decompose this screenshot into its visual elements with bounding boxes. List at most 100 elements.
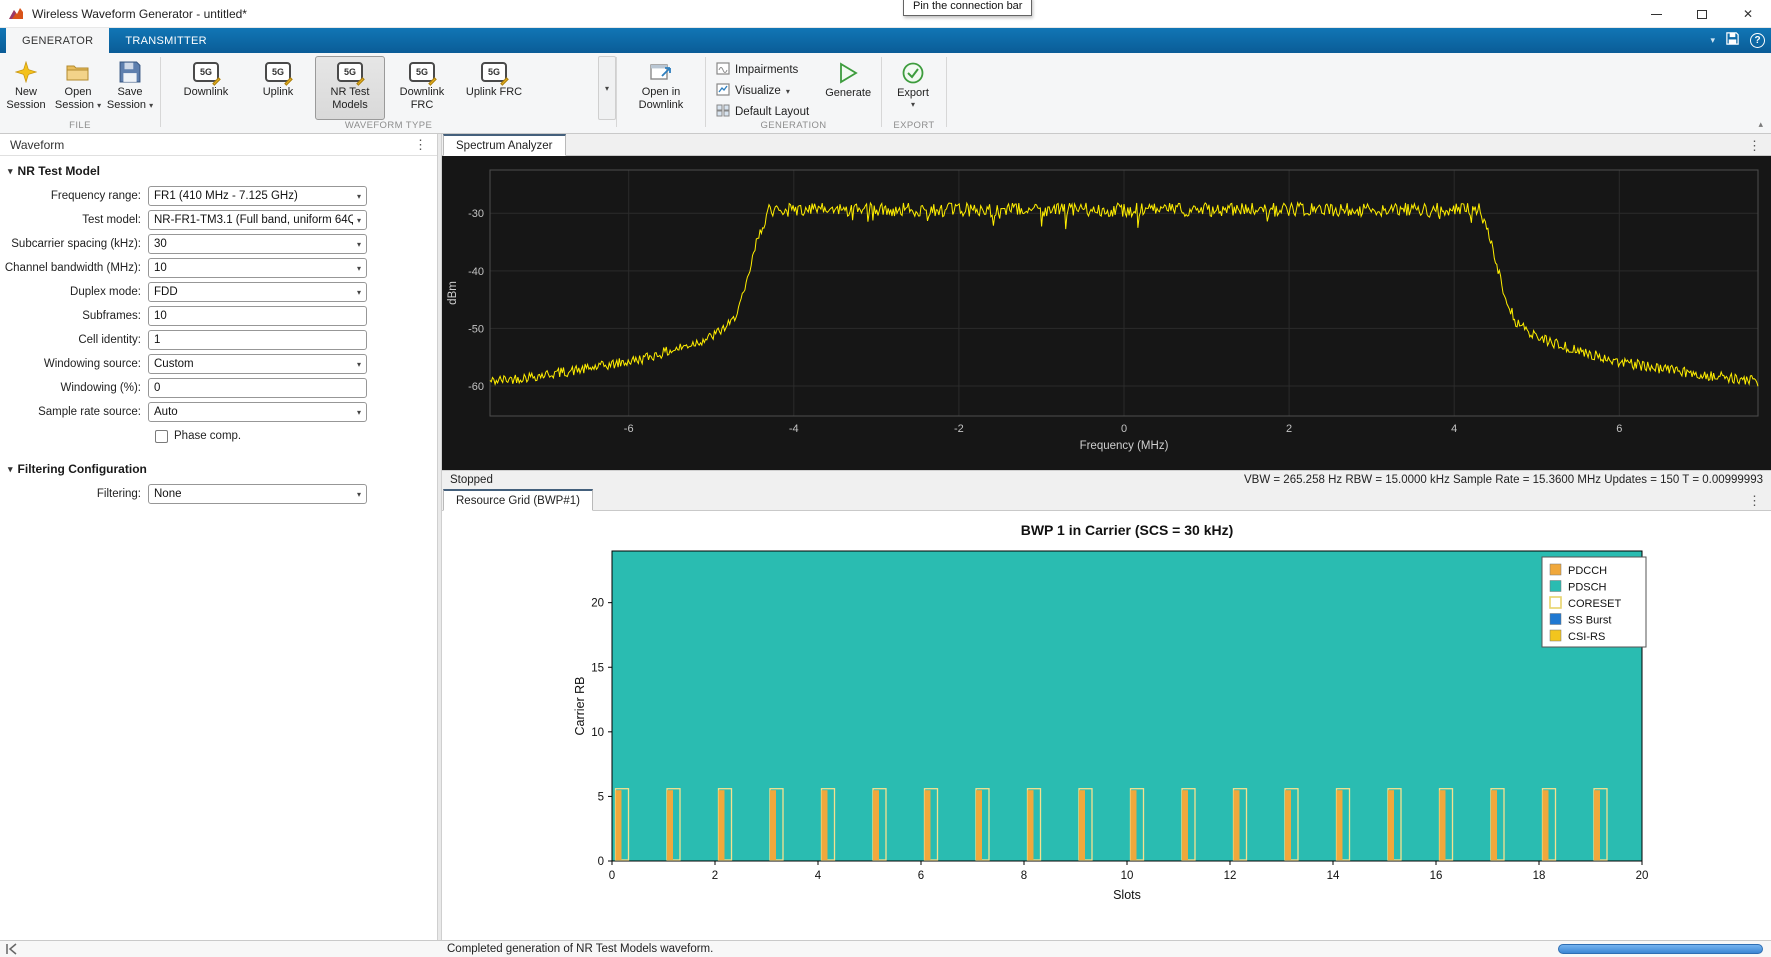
minimize-button[interactable]: [1633, 0, 1679, 28]
select-value: FR1 (410 MHz - 7.125 GHz): [154, 190, 353, 202]
svg-text:18: 18: [1533, 870, 1546, 882]
spectrum-run-status: Stopped: [450, 474, 493, 486]
tab-spectrum-analyzer[interactable]: Spectrum Analyzer: [443, 134, 566, 156]
field-label: Sample rate source:: [0, 406, 148, 418]
app-window: Wireless Waveform Generator - untitled* …: [0, 0, 1771, 957]
channel-bandwidth-select[interactable]: 10 ▾: [148, 258, 367, 278]
save-floppy-icon: [119, 59, 141, 85]
export-group-label: EXPORT: [882, 120, 946, 131]
svg-text:CSI-RS: CSI-RS: [1568, 631, 1605, 643]
visualize-button[interactable]: Visualize ▾: [716, 83, 809, 99]
chevron-down-icon: ▾: [357, 490, 361, 499]
save-icon[interactable]: [1725, 31, 1740, 51]
svg-text:6: 6: [918, 870, 924, 882]
spectrum-status-bar: Stopped VBW = 265.258 Hz RBW = 15.0000 k…: [442, 470, 1771, 489]
waveform-downlink-button[interactable]: 5G Downlink: [171, 56, 241, 120]
windowing-source-select[interactable]: Custom ▾: [148, 354, 367, 374]
waveform-panel-header: Waveform ⋮: [0, 134, 437, 156]
waveform-uplink-button[interactable]: 5G Uplink: [243, 56, 313, 120]
new-session-icon: [15, 59, 37, 85]
waveform-gallery-expand-button[interactable]: ▾: [598, 56, 616, 120]
field-windowing-source: Windowing source: Custom ▾: [0, 352, 437, 376]
window-title: Wireless Waveform Generator - untitled*: [32, 7, 247, 21]
file-buttons: New Session Open Session ▾ Save Session …: [0, 56, 160, 120]
svg-text:2: 2: [1286, 423, 1292, 435]
help-icon[interactable]: ?: [1750, 33, 1765, 48]
svg-text:2: 2: [712, 870, 718, 882]
resource-grid-chart: BWP 1 in Carrier (SCS = 30 kHz)024681012…: [442, 511, 1771, 940]
collapse-toolstrip-icon[interactable]: ▴: [1758, 119, 1763, 130]
open-in-downlink-button[interactable]: Open in Downlink: [621, 56, 701, 120]
new-session-button[interactable]: New Session: [0, 56, 52, 120]
field-test-model: Test model: NR-FR1-TM3.1 (Full band, uni…: [0, 208, 437, 232]
tab-transmitter[interactable]: TRANSMITTER: [109, 28, 223, 53]
svg-text:14: 14: [1327, 870, 1340, 882]
svg-text:Frequency (MHz): Frequency (MHz): [1080, 440, 1169, 452]
waveform-downlink-frc-button[interactable]: 5G Downlink FRC: [387, 56, 457, 120]
svg-text:-60: -60: [468, 381, 484, 393]
export-button[interactable]: Export ▾: [882, 56, 944, 109]
item-label: Visualize: [735, 85, 781, 97]
progress-bar: [1558, 944, 1763, 954]
resource-grid-plot: BWP 1 in Carrier (SCS = 30 kHz)024681012…: [442, 511, 1771, 940]
waveform-uplink-frc-button[interactable]: 5G Uplink FRC: [459, 56, 529, 120]
window-controls: ✕: [1633, 0, 1771, 28]
svg-text:5: 5: [598, 791, 604, 803]
kebab-menu-icon[interactable]: ⋮: [414, 137, 427, 153]
svg-text:0: 0: [598, 856, 604, 868]
svg-text:16: 16: [1430, 870, 1443, 882]
pane-collapse-icon[interactable]: [4, 943, 18, 955]
save-session-button[interactable]: Save Session ▾: [104, 56, 156, 120]
impairments-button[interactable]: Impairments: [716, 62, 809, 78]
cell-identity-input[interactable]: [154, 334, 361, 346]
default-layout-button[interactable]: Default Layout: [716, 104, 809, 120]
group-separator: [946, 57, 947, 127]
select-value: FDD: [154, 286, 353, 298]
status-bar: Completed generation of NR Test Models w…: [0, 940, 1771, 957]
section-title: NR Test Model: [18, 164, 100, 178]
tab-generator[interactable]: GENERATOR: [6, 28, 109, 53]
select-value: 10: [154, 262, 353, 274]
kebab-menu-icon[interactable]: ⋮: [1748, 493, 1761, 509]
item-label: Impairments: [735, 64, 798, 76]
select-value: Auto: [154, 406, 353, 418]
waveform-gallery: 5G Downlink 5G Uplink 5G NR Test Models …: [161, 56, 616, 120]
open-session-button[interactable]: Open Session ▾: [52, 56, 104, 120]
chevron-down-icon: ▾: [357, 408, 361, 417]
section-filtering-configuration[interactable]: ▾ Filtering Configuration: [8, 462, 437, 476]
checkbox-label: Phase comp.: [174, 430, 241, 442]
panel-title: Waveform: [10, 138, 64, 152]
tab-resource-grid[interactable]: Resource Grid (BWP#1): [443, 489, 593, 511]
status-message: Completed generation of NR Test Models w…: [447, 943, 713, 955]
sample-rate-source-select[interactable]: Auto ▾: [148, 402, 367, 422]
file-group-label: FILE: [0, 120, 160, 131]
kebab-menu-icon[interactable]: ⋮: [1748, 138, 1761, 154]
maximize-button[interactable]: [1679, 0, 1725, 28]
waveform-nr-test-models-button[interactable]: 5G NR Test Models: [315, 56, 385, 120]
tooltip-pin-connection-bar: Pin the connection bar: [903, 0, 1032, 16]
field-label: Subframes:: [0, 310, 148, 322]
quick-access-chevron-icon[interactable]: ▾: [1710, 35, 1715, 46]
svg-text:-6: -6: [624, 423, 634, 435]
generate-button[interactable]: Generate: [817, 56, 879, 120]
field-cell-identity: Cell identity:: [0, 328, 437, 352]
subcarrier-spacing-select[interactable]: 30 ▾: [148, 234, 367, 254]
section-nr-test-model[interactable]: ▾ NR Test Model: [8, 164, 437, 178]
field-filtering: Filtering: None ▾: [0, 482, 437, 506]
export-group: Export ▾ EXPORT: [882, 53, 946, 133]
svg-text:PDCCH: PDCCH: [1568, 565, 1607, 577]
chevron-down-icon: ▾: [357, 240, 361, 249]
field-duplex-mode: Duplex mode: FDD ▾: [0, 280, 437, 304]
close-button[interactable]: ✕: [1725, 0, 1771, 28]
test-model-select[interactable]: NR-FR1-TM3.1 (Full band, uniform 64Q... …: [148, 210, 367, 230]
button-label: Export: [897, 87, 929, 100]
windowing-pct-input[interactable]: [154, 382, 361, 394]
button-label: Models: [332, 99, 367, 112]
phase-comp-checkbox[interactable]: [155, 430, 168, 443]
duplex-mode-select[interactable]: FDD ▾: [148, 282, 367, 302]
frequency-range-select[interactable]: FR1 (410 MHz - 7.125 GHz) ▾: [148, 186, 367, 206]
subframes-input[interactable]: [154, 310, 361, 322]
svg-text:CORESET: CORESET: [1568, 598, 1621, 610]
chevron-down-icon: ▾: [357, 192, 361, 201]
filtering-select[interactable]: None ▾: [148, 484, 367, 504]
